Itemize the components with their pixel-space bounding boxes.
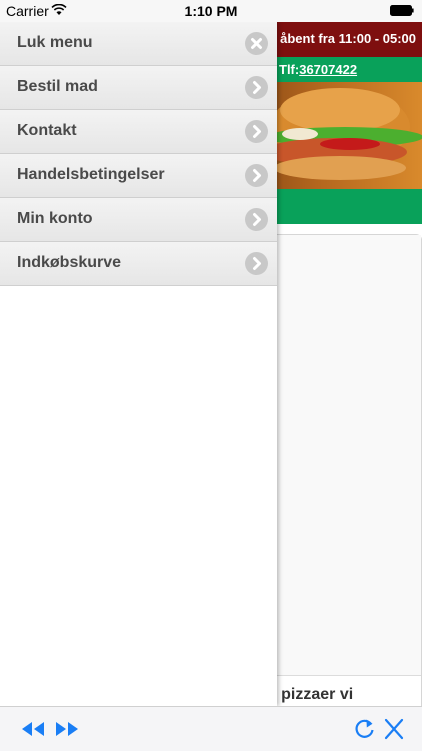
chevron-right-icon [245,120,268,143]
menu-item-close[interactable]: Luk menu [0,22,277,66]
battery-icon [390,5,414,16]
refresh-icon[interactable] [352,717,378,741]
phone-info: Tlf:36707422 [279,62,357,77]
menu-item-label: Luk menu [17,34,93,51]
chevron-right-icon [245,252,268,275]
opening-hours-text: vi åbent fra 11:00 - 05:00 [265,31,416,46]
menu-item-shopping-cart[interactable]: Indkøbskurve [0,242,277,286]
menu-item-label: Indkøbskurve [17,254,122,271]
menu-item-terms[interactable]: Handelsbetingelser [0,154,277,198]
status-time: 1:10 PM [184,3,238,19]
menu-item-my-account[interactable]: Min konto [0,198,277,242]
menu-item-label: Min konto [17,210,93,227]
chevron-right-icon [245,208,268,231]
menu-item-contact[interactable]: Kontakt [0,110,277,154]
menu-item-label: Kontakt [17,122,77,139]
chevron-right-icon [245,164,268,187]
menu-item-order-food[interactable]: Bestil mad [0,66,277,110]
chevron-right-icon [245,76,268,99]
side-menu: Luk menu Bestil mad Kontakt Handelsbetin… [0,22,277,706]
menu-item-label: Handelsbetingelser [17,166,165,183]
browser-toolbar [0,706,422,751]
close-icon[interactable] [245,32,268,55]
close-icon[interactable] [381,717,407,741]
fast-forward-icon[interactable] [54,717,80,741]
menu-item-label: Bestil mad [17,78,98,95]
rewind-icon[interactable] [20,717,46,741]
status-bar: Carrier 1:10 PM [0,0,422,22]
phone-number-link[interactable]: 36707422 [299,62,357,77]
phone-label: Tlf: [279,62,300,77]
